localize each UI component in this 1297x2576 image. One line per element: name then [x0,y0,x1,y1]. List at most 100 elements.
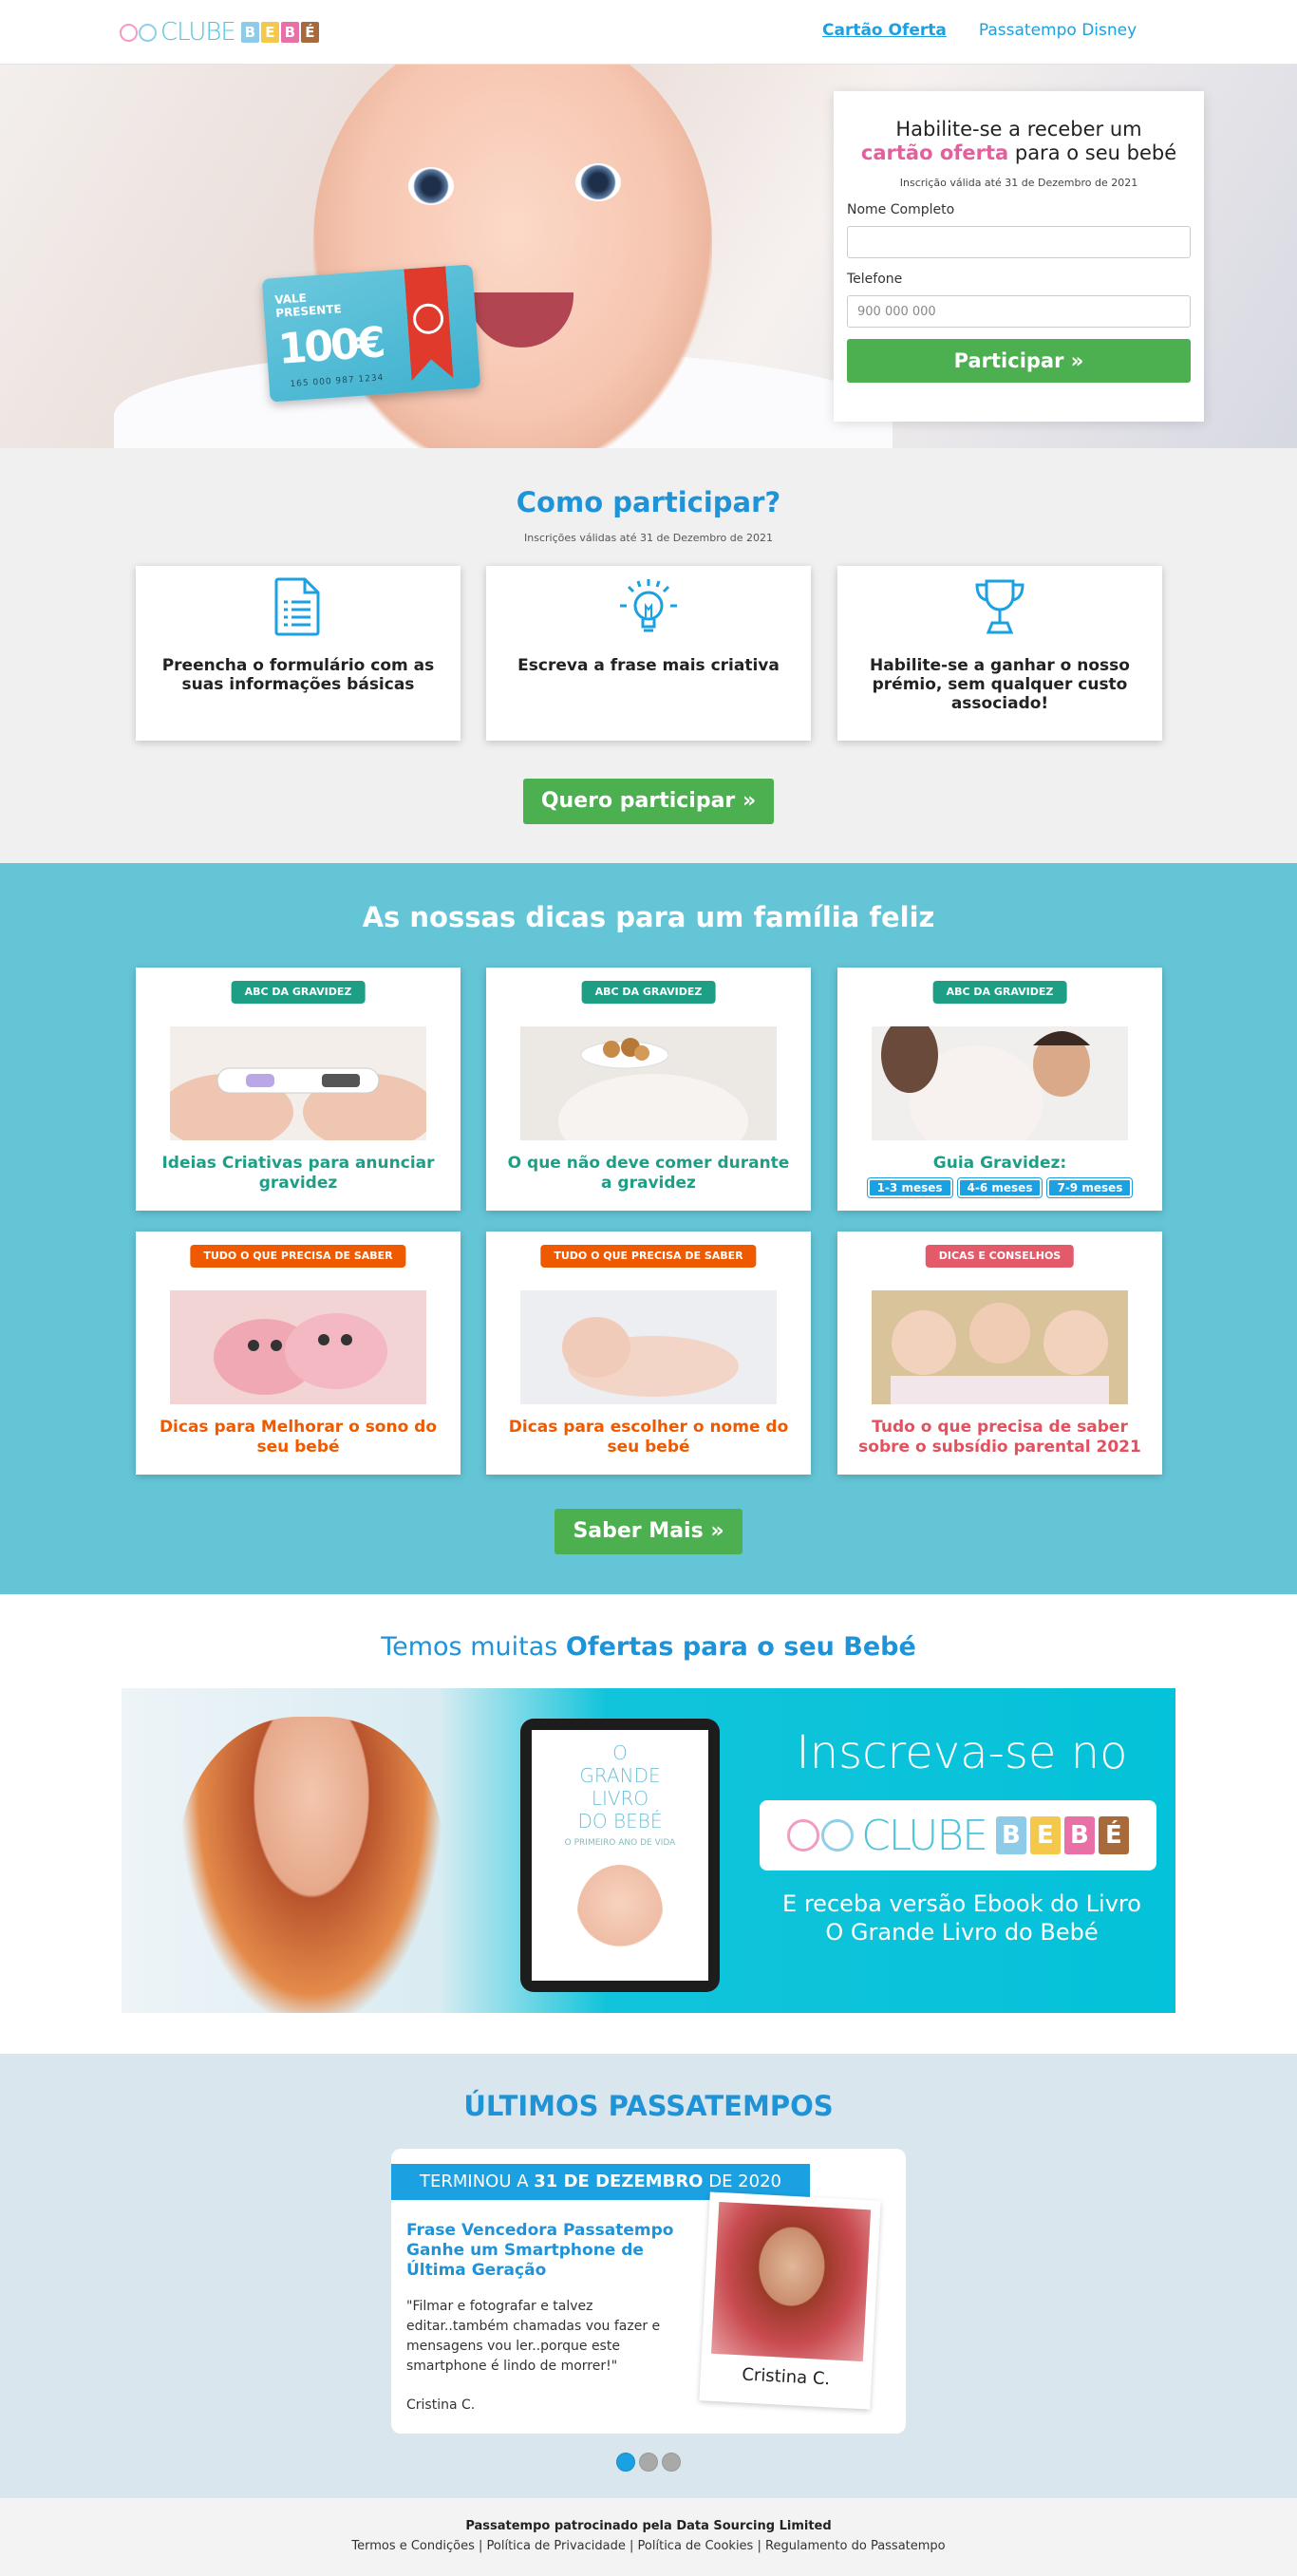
logo-faces-icon [120,23,157,42]
tip-badge: ABC DA GRAVIDEZ [581,981,716,1004]
tip-title: Tudo o que precisa de saber sobre o subs… [858,1418,1141,1457]
footer-link-regulamento[interactable]: Regulamento do Passatempo [765,2539,946,2553]
site-header: CLUBE BEBÉ Cartão Oferta Passatempo Disn… [0,0,1297,65]
babies-image [872,1290,1128,1404]
step-card: Escreva a frase mais criativa [486,566,811,741]
tip-badge: TUDO O QUE PRECISA DE SABER [190,1245,406,1268]
hero-section: VALE PRESENTE 100€ 165 000 987 1234 Habil… [0,65,1297,448]
tip-card[interactable]: ABC DA GRAVIDEZ O que não deve comer dur… [486,968,811,1211]
pregnancy-test-image [170,1026,426,1140]
tip-card[interactable]: TUDO O QUE PRECISA DE SABER Dicas para M… [136,1232,461,1475]
month-link[interactable]: 1-3 meses [866,1177,953,1198]
last-title: ÚLTIMOS PASSATEMPOS [463,2090,834,2122]
offers-section: Temos muitas Ofertas para o seu Bebé O GR… [0,1594,1297,2054]
trophy-icon [837,577,1162,640]
tip-card[interactable]: ABC DA GRAVIDEZ Guia Gravidez: 1-3 meses… [837,968,1162,1211]
logo-face-icon [787,1819,820,1852]
mother-child-image [179,1717,444,2013]
tip-badge: ABC DA GRAVIDEZ [231,981,366,1004]
tips-section: As nossas dicas para um família feliz AB… [0,863,1297,1594]
month-link[interactable]: 7-9 meses [1046,1177,1134,1198]
book-subtitle: O PRIMEIRO ANO DE VIDA [564,1838,676,1848]
months-list: 1-3 meses 4-6 meses 7-9 meses [837,1177,1162,1198]
tip-title: Dicas para Melhorar o sono do seu bebé [159,1418,438,1457]
form-valid-text: Inscrição válida até 31 de Dezembro de 2… [899,177,1138,189]
logo-letter: B [995,1816,1026,1854]
participar-button[interactable]: Participar » [847,339,1191,383]
gift-card-image: VALE PRESENTE 100€ 165 000 987 1234 [261,264,481,403]
last-contests-section: ÚLTIMOS PASSATEMPOS TERMINOU A 31 DE DEZ… [0,2054,1297,2498]
tip-card[interactable]: ABC DA GRAVIDEZ Ideias Criativas para an… [136,968,461,1211]
winner-photo: Cristina C. [699,2191,881,2410]
footer-link-privacidade[interactable]: Política de Privacidade [487,2539,626,2553]
banner-receive-text: E receba versão Ebook do Livro O Grande L… [782,1890,1141,1946]
tip-title: Ideias Criativas para anunciar gravidez [161,1154,435,1193]
tablet-image: O GRANDE LIVRO DO BEBÉ O PRIMEIRO ANO DE VI… [520,1719,720,1992]
carousel-dots [0,2453,1297,2472]
winner-photo-image [710,2201,872,2362]
gift-card-label: VALE PRESENTE [273,291,343,320]
footer-link-cookies[interactable]: Política de Cookies [638,2539,754,2553]
gift-card-number: 165 000 987 1234 [290,373,385,390]
main-nav: Cartão Oferta Passatempo Disney [822,21,1137,40]
banner-logo: CLUBE BEBÉ [760,1800,1156,1871]
form-title: Habilite-se a receber um cartão oferta pa… [860,118,1177,164]
nav-passatempo-disney[interactable]: Passatempo Disney [979,21,1137,40]
banner-logo-text: CLUBE [861,1811,988,1860]
pregnant-food-image [520,1026,777,1140]
carousel-dot[interactable] [662,2453,681,2472]
logo-letter: E [1029,1816,1061,1854]
winner-name: Cristina C. [406,2397,476,2413]
offers-title: Temos muitas Ofertas para o seu Bebé [381,1632,916,1662]
book-baby-image [577,1865,663,1960]
logo-face-icon [821,1819,855,1852]
site-footer: Passatempo patrocinado pela Data Sourcin… [0,2498,1297,2576]
tip-title: Guia Gravidez: [932,1154,1067,1173]
how-title: Como participar? [516,486,781,518]
name-field[interactable] [847,226,1191,258]
winner-quote: "Filmar e fotografar e talvez editar..ta… [406,2299,661,2374]
logo-letter: E [260,22,279,43]
tip-badge: TUDO O QUE PRECISA DE SABER [540,1245,757,1268]
site-logo[interactable]: CLUBE BEBÉ [120,18,319,47]
step-text: Escreva a frase mais criativa [517,656,780,675]
quero-participar-button[interactable]: Quero participar » [523,779,774,824]
carousel-dot[interactable] [639,2453,658,2472]
book-title: O GRANDE LIVRO DO BEBÉ [577,1741,663,1833]
phone-field[interactable] [847,295,1191,328]
logo-letter: B [1063,1816,1095,1854]
footer-sponsor: Passatempo patrocinado pela Data Sourcin… [465,2519,832,2533]
logo-text: CLUBE [160,18,236,47]
tip-badge: ABC DA GRAVIDEZ [932,981,1067,1004]
logo-letter: É [300,22,319,43]
footer-link-termos[interactable]: Termos e Condições [351,2539,475,2553]
signup-form: Habilite-se a receber um cartão oferta pa… [834,91,1204,422]
step-card: Preencha o formulário com as suas inform… [136,566,461,741]
document-icon [136,577,461,640]
carousel-dot[interactable] [616,2453,635,2472]
couple-pregnancy-image [872,1026,1128,1140]
banner-headline: Inscreva-se no [796,1726,1128,1779]
tip-card[interactable]: DICAS E CONSELHOS Tudo o que precisa de … [837,1232,1162,1475]
nav-cartao-oferta[interactable]: Cartão Oferta [822,21,947,40]
saber-mais-button[interactable]: Saber Mais » [555,1509,742,1554]
ebook-banner[interactable]: O GRANDE LIVRO DO BEBÉ O PRIMEIRO ANO DE VI… [122,1688,1175,2013]
tips-title: As nossas dicas para um família feliz [362,901,935,933]
gift-card-amount: 100€ [276,318,385,374]
tip-title: Dicas para escolher o nome do seu bebé [508,1418,789,1457]
how-section: Como participar? Inscrições válidas até … [0,448,1297,863]
month-link[interactable]: 4-6 meses [956,1177,1043,1198]
sleeping-baby-image [520,1290,777,1404]
hero-baby-eye [575,163,621,201]
tip-card[interactable]: TUDO O QUE PRECISA DE SABER Dicas para e… [486,1232,811,1475]
winner-title[interactable]: Frase Vencedora Passatempo Ganhe um Smar… [406,2221,682,2281]
step-text: Preencha o formulário com as suas inform… [161,656,435,694]
footer-links: Termos e Condições | Política de Privaci… [351,2539,946,2553]
winner-card: TERMINOU A 31 DE DEZEMBRO DE 2020 Frase … [391,2149,906,2434]
tip-badge: DICAS E CONSELHOS [925,1245,1075,1268]
logo-letter: B [240,22,259,43]
baby-shoes-image [170,1290,426,1404]
logo-letter: B [280,22,299,43]
winner-photo-caption: Cristina C. [741,2364,831,2390]
how-subtitle: Inscrições válidas até 31 de Dezembro de… [524,532,773,544]
